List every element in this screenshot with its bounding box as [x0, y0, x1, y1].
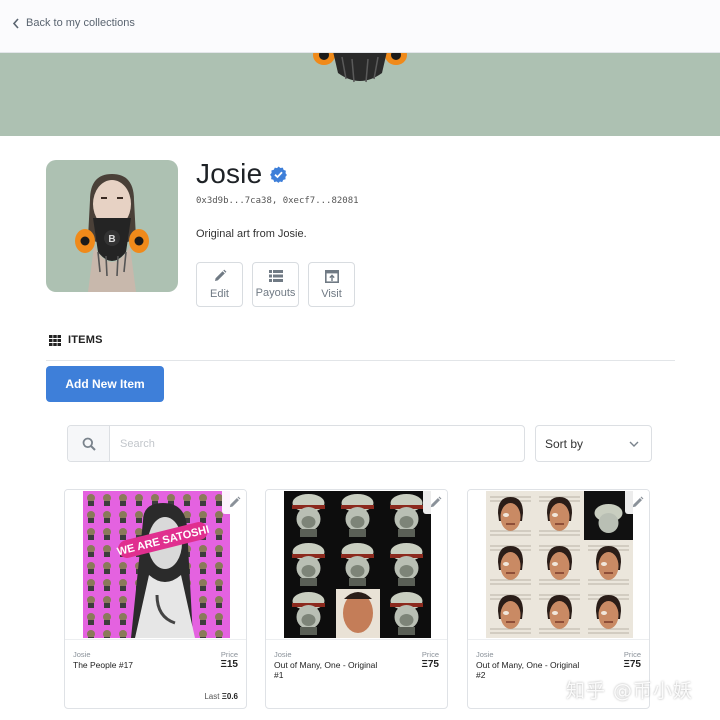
chevron-down-icon: [629, 441, 639, 447]
visit-button[interactable]: Visit: [308, 262, 355, 307]
collection-avatar: B: [46, 160, 178, 292]
item-card[interactable]: WE ARE SATOSHI Josie The People #17 Pric…: [64, 489, 247, 709]
item-price: Ξ75: [623, 659, 641, 670]
pencil-icon: [229, 496, 240, 507]
item-image-area: WE ARE SATOSHI: [65, 490, 246, 639]
search-icon-cell: [68, 426, 110, 461]
pencil-icon: [632, 496, 643, 507]
item-image: [486, 491, 633, 638]
visit-button-label: Visit: [321, 287, 342, 300]
items-divider: [46, 360, 675, 361]
pencil-icon: [214, 269, 226, 281]
edit-item-button[interactable]: [423, 490, 447, 514]
edit-item-button[interactable]: [625, 490, 649, 514]
item-card[interactable]: Josie Out of Many, One - Original #1 Pri…: [265, 489, 448, 709]
items-section-title: ITEMS: [68, 334, 103, 346]
edit-item-button[interactable]: [222, 490, 246, 514]
collection-description: Original art from Josie.: [196, 228, 307, 240]
out-of-many-one-original-2-artwork: [486, 491, 633, 638]
collection-title-row: Josie: [196, 158, 288, 190]
item-last-label: Last: [204, 692, 220, 701]
the-people-17-artwork: WE ARE SATOSHI: [83, 491, 230, 638]
item-last-sale: Last Ξ0.6: [204, 692, 238, 701]
item-name: The People #17: [73, 660, 134, 670]
collection-banner: [0, 53, 720, 136]
item-price: Ξ15: [220, 659, 238, 670]
gas-mask-avatar-image: B: [75, 174, 149, 292]
svg-text:B: B: [108, 234, 115, 245]
contract-addresses: 0x3d9b...7ca38, 0xecf7...82081: [196, 196, 359, 206]
collection-actions: Edit Payouts Visit: [196, 262, 355, 307]
back-link-label: Back to my collections: [26, 17, 135, 29]
search-input[interactable]: [110, 426, 524, 461]
item-image-area: [266, 490, 447, 639]
item-image: WE ARE SATOSHI: [83, 491, 230, 638]
item-price-label: Price: [220, 650, 238, 659]
item-creator: Josie: [73, 650, 91, 659]
gas-mask-banner-image: [313, 53, 407, 83]
add-new-item-button[interactable]: Add New Item: [46, 366, 164, 402]
edit-button-label: Edit: [210, 288, 229, 300]
search-icon: [82, 437, 96, 451]
payouts-button[interactable]: Payouts: [252, 262, 299, 307]
item-last-price: Ξ0.6: [221, 692, 238, 701]
sort-by-label: Sort by: [545, 436, 584, 451]
item-price: Ξ75: [421, 659, 439, 670]
top-bar: Back to my collections: [0, 0, 720, 53]
item-price-label: Price: [421, 650, 439, 659]
chevron-left-icon: [12, 17, 19, 29]
edit-button[interactable]: Edit: [196, 262, 243, 307]
pencil-icon: [430, 496, 441, 507]
item-price-label: Price: [623, 650, 641, 659]
out-of-many-one-original-1-artwork: [284, 491, 431, 638]
external-link-icon: [324, 269, 339, 283]
grid-icon: [49, 334, 61, 346]
back-to-collections-link[interactable]: Back to my collections: [12, 17, 135, 29]
watermark: 知乎 @币小妖: [566, 680, 694, 702]
payouts-button-label: Payouts: [255, 287, 296, 299]
sort-by-select[interactable]: Sort by: [535, 425, 652, 462]
verified-badge-icon: [270, 166, 288, 183]
item-creator: Josie: [476, 650, 494, 659]
item-image: [284, 491, 431, 638]
collection-title: Josie: [196, 158, 263, 189]
item-name: Out of Many, One - Original #1: [274, 660, 378, 680]
items-section-header: ITEMS: [49, 334, 103, 346]
item-info: Josie The People #17 Price Ξ15 Last Ξ0.6: [65, 639, 246, 708]
list-icon: [268, 270, 283, 282]
item-creator: Josie: [274, 650, 292, 659]
search-box: [67, 425, 525, 462]
item-info: Josie Out of Many, One - Original #1 Pri…: [266, 639, 447, 708]
item-image-area: [468, 490, 649, 639]
